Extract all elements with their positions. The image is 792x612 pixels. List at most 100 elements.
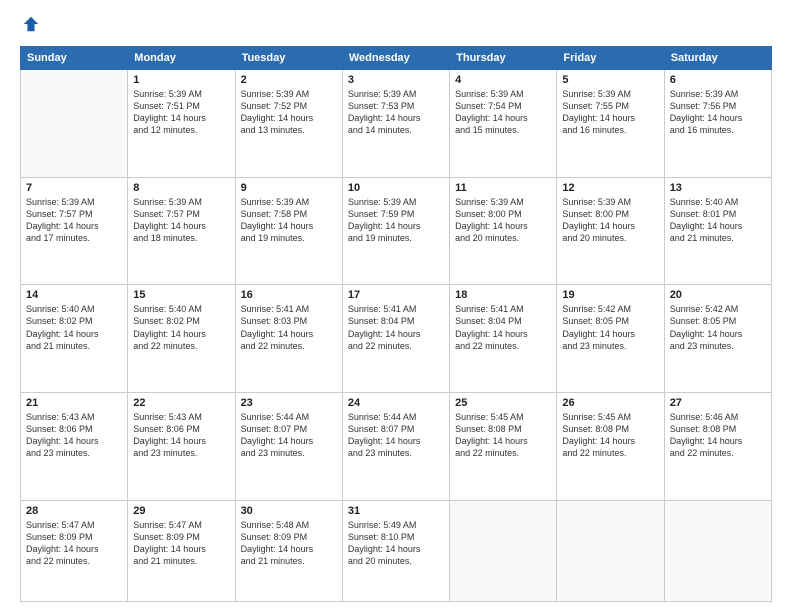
day-cell: [664, 500, 771, 601]
day-cell: 4 Sunrise: 5:39 AM Sunset: 7:54 PM Daylig…: [450, 70, 557, 178]
day-cell: 1Sunrise: 5:39 AM Sunset: 7:51 PM Daylig…: [128, 70, 235, 178]
day-number: 18: [455, 289, 551, 301]
day-number: 19: [562, 289, 658, 301]
day-info: Sunrise: 5:44 AM Sunset: 8:07 PM Dayligh…: [241, 411, 337, 460]
day-number: 24: [348, 397, 444, 409]
day-info: Sunrise: 5:41 AM Sunset: 8:04 PM Dayligh…: [348, 303, 444, 352]
day-cell: 7 Sunrise: 5:39 AM Sunset: 7:57 PM Daylig…: [21, 177, 128, 285]
day-number: 23: [241, 397, 337, 409]
day-cell: 3Sunrise: 5:39 AM Sunset: 7:53 PM Daylig…: [342, 70, 449, 178]
day-number: 28: [26, 505, 122, 517]
day-info: Sunrise: 5:39 AM Sunset: 7:55 PM Dayligh…: [562, 88, 658, 137]
day-number: 1: [133, 74, 229, 86]
day-info: Sunrise: 5:39 AM Sunset: 8:00 PM Dayligh…: [562, 196, 658, 245]
day-info: Sunrise: 5:46 AM Sunset: 8:08 PM Dayligh…: [670, 411, 766, 460]
weekday-header-row: SundayMondayTuesdayWednesdayThursdayFrid…: [21, 47, 772, 70]
day-cell: 18 Sunrise: 5:41 AM Sunset: 8:04 PM Dayli…: [450, 285, 557, 393]
day-number: 8: [133, 182, 229, 194]
day-info: Sunrise: 5:40 AM Sunset: 8:02 PM Dayligh…: [133, 303, 229, 352]
day-info: Sunrise: 5:43 AM Sunset: 8:06 PM Dayligh…: [26, 411, 122, 460]
day-number: 14: [26, 289, 122, 301]
day-cell: [557, 500, 664, 601]
logo: [20, 15, 40, 38]
day-number: 11: [455, 182, 551, 194]
week-row-2: 14 Sunrise: 5:40 AM Sunset: 8:02 PM Dayli…: [21, 285, 772, 393]
day-info: Sunrise: 5:45 AM Sunset: 8:08 PM Dayligh…: [455, 411, 551, 460]
logo-icon: [22, 15, 40, 33]
day-info: Sunrise: 5:42 AM Sunset: 8:05 PM Dayligh…: [670, 303, 766, 352]
day-info: Sunrise: 5:39 AM Sunset: 8:00 PM Dayligh…: [455, 196, 551, 245]
day-info: Sunrise: 5:45 AM Sunset: 8:08 PM Dayligh…: [562, 411, 658, 460]
day-cell: 6 Sunrise: 5:39 AM Sunset: 7:56 PM Daylig…: [664, 70, 771, 178]
day-info: Sunrise: 5:40 AM Sunset: 8:01 PM Dayligh…: [670, 196, 766, 245]
day-info: Sunrise: 5:39 AM Sunset: 7:52 PM Dayligh…: [241, 88, 337, 137]
weekday-header-friday: Friday: [557, 47, 664, 70]
day-cell: 2 Sunrise: 5:39 AM Sunset: 7:52 PM Daylig…: [235, 70, 342, 178]
day-cell: 30Sunrise: 5:48 AM Sunset: 8:09 PM Dayli…: [235, 500, 342, 601]
day-info: Sunrise: 5:43 AM Sunset: 8:06 PM Dayligh…: [133, 411, 229, 460]
day-info: Sunrise: 5:41 AM Sunset: 8:04 PM Dayligh…: [455, 303, 551, 352]
day-number: 6: [670, 74, 766, 86]
day-number: 22: [133, 397, 229, 409]
day-number: 4: [455, 74, 551, 86]
day-info: Sunrise: 5:39 AM Sunset: 7:56 PM Dayligh…: [670, 88, 766, 137]
day-cell: 12 Sunrise: 5:39 AM Sunset: 8:00 PM Dayli…: [557, 177, 664, 285]
calendar-page: SundayMondayTuesdayWednesdayThursdayFrid…: [0, 0, 792, 612]
day-number: 17: [348, 289, 444, 301]
day-cell: 27Sunrise: 5:46 AM Sunset: 8:08 PM Dayli…: [664, 392, 771, 500]
day-number: 13: [670, 182, 766, 194]
day-info: Sunrise: 5:39 AM Sunset: 7:57 PM Dayligh…: [26, 196, 122, 245]
week-row-4: 28 Sunrise: 5:47 AM Sunset: 8:09 PM Dayli…: [21, 500, 772, 601]
day-number: 12: [562, 182, 658, 194]
day-cell: 17 Sunrise: 5:41 AM Sunset: 8:04 PM Dayli…: [342, 285, 449, 393]
week-row-3: 21 Sunrise: 5:43 AM Sunset: 8:06 PM Dayli…: [21, 392, 772, 500]
weekday-header-thursday: Thursday: [450, 47, 557, 70]
day-cell: 24Sunrise: 5:44 AM Sunset: 8:07 PM Dayli…: [342, 392, 449, 500]
calendar-table: SundayMondayTuesdayWednesdayThursdayFrid…: [20, 46, 772, 602]
day-cell: 31Sunrise: 5:49 AM Sunset: 8:10 PM Dayli…: [342, 500, 449, 601]
day-info: Sunrise: 5:49 AM Sunset: 8:10 PM Dayligh…: [348, 519, 444, 568]
day-info: Sunrise: 5:39 AM Sunset: 7:57 PM Dayligh…: [133, 196, 229, 245]
day-number: 25: [455, 397, 551, 409]
day-cell: 26 Sunrise: 5:45 AM Sunset: 8:08 PM Dayli…: [557, 392, 664, 500]
weekday-header-monday: Monday: [128, 47, 235, 70]
weekday-header-sunday: Sunday: [21, 47, 128, 70]
day-cell: 23 Sunrise: 5:44 AM Sunset: 8:07 PM Dayli…: [235, 392, 342, 500]
day-info: Sunrise: 5:41 AM Sunset: 8:03 PM Dayligh…: [241, 303, 337, 352]
day-number: 10: [348, 182, 444, 194]
day-cell: 21 Sunrise: 5:43 AM Sunset: 8:06 PM Dayli…: [21, 392, 128, 500]
day-number: 30: [241, 505, 337, 517]
day-info: Sunrise: 5:39 AM Sunset: 7:59 PM Dayligh…: [348, 196, 444, 245]
week-row-0: 1Sunrise: 5:39 AM Sunset: 7:51 PM Daylig…: [21, 70, 772, 178]
day-cell: 10 Sunrise: 5:39 AM Sunset: 7:59 PM Dayli…: [342, 177, 449, 285]
day-info: Sunrise: 5:40 AM Sunset: 8:02 PM Dayligh…: [26, 303, 122, 352]
day-number: 2: [241, 74, 337, 86]
day-number: 20: [670, 289, 766, 301]
day-cell: 15 Sunrise: 5:40 AM Sunset: 8:02 PM Dayli…: [128, 285, 235, 393]
day-number: 15: [133, 289, 229, 301]
day-info: Sunrise: 5:39 AM Sunset: 7:53 PM Dayligh…: [348, 88, 444, 137]
day-cell: 11 Sunrise: 5:39 AM Sunset: 8:00 PM Dayli…: [450, 177, 557, 285]
weekday-header-wednesday: Wednesday: [342, 47, 449, 70]
day-cell: [450, 500, 557, 601]
day-info: Sunrise: 5:39 AM Sunset: 7:54 PM Dayligh…: [455, 88, 551, 137]
week-row-1: 7 Sunrise: 5:39 AM Sunset: 7:57 PM Daylig…: [21, 177, 772, 285]
day-number: 26: [562, 397, 658, 409]
day-cell: 28 Sunrise: 5:47 AM Sunset: 8:09 PM Dayli…: [21, 500, 128, 601]
day-cell: [21, 70, 128, 178]
day-number: 7: [26, 182, 122, 194]
day-number: 5: [562, 74, 658, 86]
day-cell: 29Sunrise: 5:47 AM Sunset: 8:09 PM Dayli…: [128, 500, 235, 601]
day-cell: 14 Sunrise: 5:40 AM Sunset: 8:02 PM Dayli…: [21, 285, 128, 393]
day-cell: 20 Sunrise: 5:42 AM Sunset: 8:05 PM Dayli…: [664, 285, 771, 393]
day-info: Sunrise: 5:42 AM Sunset: 8:05 PM Dayligh…: [562, 303, 658, 352]
day-cell: 8 Sunrise: 5:39 AM Sunset: 7:57 PM Daylig…: [128, 177, 235, 285]
day-number: 21: [26, 397, 122, 409]
day-cell: 22 Sunrise: 5:43 AM Sunset: 8:06 PM Dayli…: [128, 392, 235, 500]
day-number: 29: [133, 505, 229, 517]
weekday-header-tuesday: Tuesday: [235, 47, 342, 70]
header: [20, 15, 772, 38]
day-info: Sunrise: 5:39 AM Sunset: 7:58 PM Dayligh…: [241, 196, 337, 245]
day-info: Sunrise: 5:47 AM Sunset: 8:09 PM Dayligh…: [26, 519, 122, 568]
day-cell: 13 Sunrise: 5:40 AM Sunset: 8:01 PM Dayli…: [664, 177, 771, 285]
